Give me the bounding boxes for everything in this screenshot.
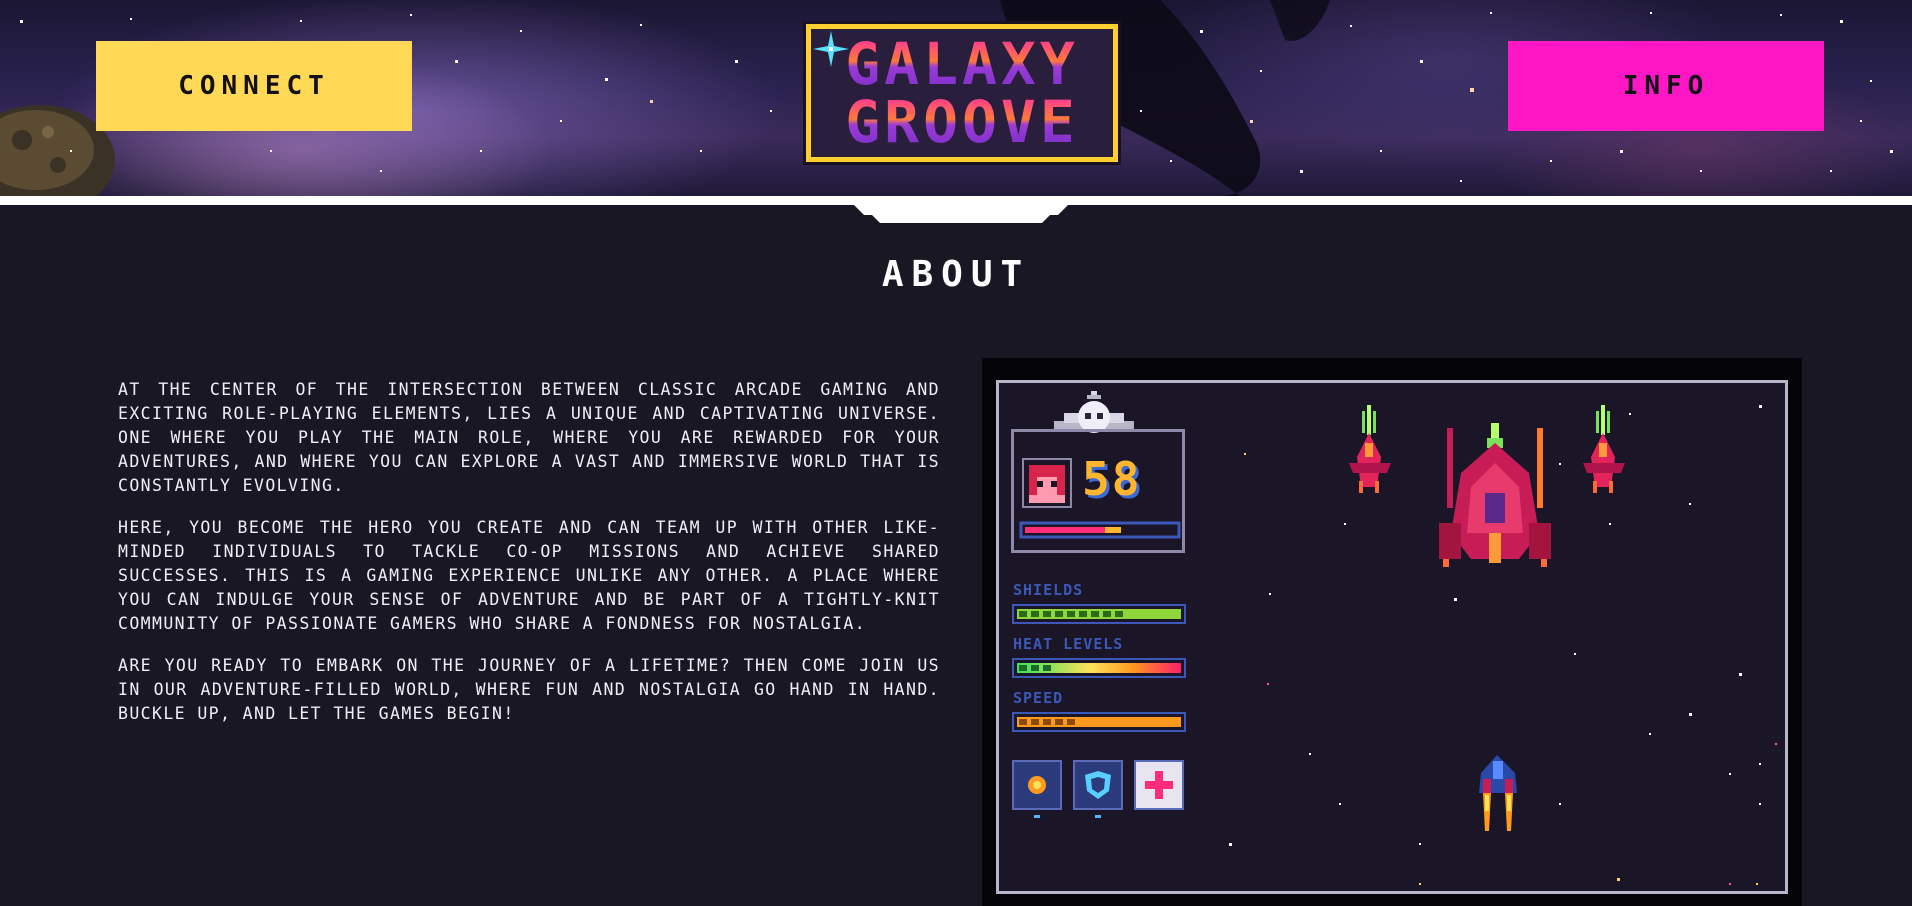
shields-label: SHIELDS	[1013, 581, 1084, 599]
galaxy-groove-logo[interactable]: GALAXY GROOVE	[806, 24, 1118, 162]
about-paragraph-2: Here, you become the hero you create and…	[118, 518, 940, 633]
speed-label: SPEED	[1013, 689, 1064, 707]
player-ship	[1479, 755, 1517, 831]
banner-divider	[0, 196, 1912, 205]
skull-emblem-icon	[1054, 391, 1134, 433]
health-plus-icon	[1134, 760, 1184, 810]
heat-levels-label: HEAT LEVELS	[1013, 635, 1124, 653]
wing-drone-right	[1583, 405, 1625, 493]
logo-line-1: GALAXY	[845, 30, 1079, 98]
section-notch	[854, 205, 1068, 223]
boss-ship	[1439, 423, 1551, 567]
heat-levels-bar	[1012, 658, 1186, 678]
wing-drone-left	[1349, 405, 1391, 493]
pilot-portrait	[1022, 458, 1072, 508]
game-screenshot-frame: 58 SHIELDS HEAT LEVELS SPEED	[982, 358, 1802, 906]
about-paragraph-1: At the center of the intersection betwee…	[118, 380, 940, 495]
about-text: At the center of the intersection betwee…	[118, 378, 940, 744]
shield-icon	[1073, 760, 1123, 818]
info-button[interactable]: INFO	[1508, 41, 1824, 131]
experience-bar	[1019, 521, 1181, 539]
about-paragraph-3: Are you ready to embark on the journey o…	[118, 656, 940, 723]
fire-orb-icon	[1012, 760, 1062, 818]
speed-bar	[1012, 712, 1186, 732]
connect-button[interactable]: CONNECT	[96, 41, 412, 131]
space-banner: CONNECT GALAXY GROOVE INFO	[0, 0, 1912, 196]
about-heading: ABOUT	[881, 254, 1031, 295]
logo-line-2: GROOVE	[845, 88, 1079, 156]
sparkle-icon	[813, 31, 849, 67]
shields-bar	[1012, 604, 1186, 624]
game-screen: 58 SHIELDS HEAT LEVELS SPEED	[996, 380, 1788, 894]
